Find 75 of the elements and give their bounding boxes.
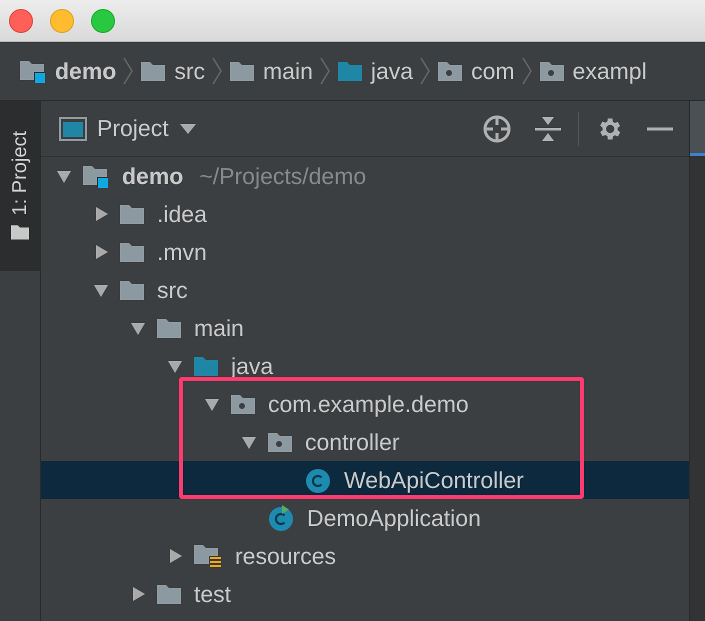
tree-label: .idea <box>157 200 207 228</box>
breadcrumb-item[interactable]: demo <box>19 58 116 84</box>
folder-icon <box>140 59 166 83</box>
expanded-arrow-icon[interactable] <box>56 168 72 184</box>
tree-label: DemoApplication <box>307 504 481 532</box>
tree-row[interactable]: .mvn <box>41 233 689 271</box>
package-folder-icon <box>267 430 293 454</box>
chevron-separator-icon <box>520 56 533 86</box>
chevron-separator-icon <box>318 56 331 86</box>
resources-folder-icon <box>193 542 223 570</box>
tree-row[interactable]: demo ~/Projects/demo <box>41 157 689 195</box>
tree-row[interactable]: src <box>41 271 689 309</box>
tree-row[interactable]: com.example.demo <box>41 385 689 423</box>
module-folder-icon <box>19 58 47 84</box>
tree-label: com.example.demo <box>268 390 469 418</box>
tree-row[interactable]: java <box>41 347 689 385</box>
source-folder-icon <box>336 59 363 83</box>
collapsed-arrow-icon[interactable] <box>93 206 109 222</box>
tree-label: main <box>194 314 244 342</box>
chevron-separator-icon <box>122 56 134 86</box>
tree-label: resources <box>235 542 336 570</box>
package-folder-icon <box>437 59 464 83</box>
chevron-separator-icon <box>211 56 224 86</box>
class-icon <box>304 466 332 494</box>
tool-window-tab[interactable]: 1: Project <box>0 101 40 271</box>
folder-icon <box>119 278 145 302</box>
tree-row[interactable]: main <box>41 309 689 347</box>
tree-row[interactable]: resources <box>41 537 689 575</box>
collapsed-arrow-icon[interactable] <box>93 244 109 260</box>
tree-row[interactable]: DemoApplication <box>41 499 689 537</box>
dropdown-caret-icon[interactable] <box>178 122 197 134</box>
tree-label: controller <box>305 428 400 456</box>
breadcrumb-item[interactable]: java <box>336 58 414 84</box>
expanded-arrow-icon[interactable] <box>130 320 146 336</box>
expanded-arrow-icon[interactable] <box>93 282 109 298</box>
tree-row[interactable]: controller <box>41 423 689 461</box>
path-hint: ~/Projects/demo <box>199 162 366 190</box>
breadcrumb-item[interactable]: com <box>437 58 515 84</box>
tree-label: WebApiController <box>344 466 524 494</box>
breadcrumb-item[interactable]: exampl <box>538 58 647 84</box>
tree-label: java <box>231 352 274 380</box>
crosshair-icon[interactable] <box>482 114 512 144</box>
zoom-button[interactable] <box>91 8 115 32</box>
tree-label: src <box>157 276 188 304</box>
scrollbar-thumb[interactable] <box>690 101 705 156</box>
folder-icon <box>229 59 256 83</box>
collapse-all-icon[interactable] <box>534 114 562 142</box>
breadcrumb-item[interactable]: src <box>140 58 206 84</box>
tree-label: test <box>194 580 232 608</box>
module-folder-icon <box>82 163 110 189</box>
expanded-arrow-icon[interactable] <box>241 434 257 450</box>
folder-icon <box>9 223 31 242</box>
chevron-separator-icon <box>419 56 432 86</box>
tree-row[interactable]: WebApiController <box>41 461 689 499</box>
expanded-arrow-icon[interactable] <box>204 396 220 412</box>
close-button[interactable] <box>9 8 33 32</box>
expanded-arrow-icon[interactable] <box>167 358 183 374</box>
folder-icon <box>119 202 145 226</box>
folder-icon <box>119 240 145 264</box>
window-icon <box>59 116 87 140</box>
package-folder-icon <box>538 59 565 83</box>
tree-label: .mvn <box>157 238 207 266</box>
collapsed-arrow-icon[interactable] <box>167 548 183 564</box>
source-folder-icon <box>193 354 219 378</box>
folder-icon <box>156 582 182 606</box>
minimize-icon[interactable] <box>647 126 673 132</box>
runnable-class-icon <box>267 504 295 532</box>
tree-row[interactable]: .idea <box>41 195 689 233</box>
package-folder-icon <box>230 392 256 416</box>
folder-icon <box>156 316 182 340</box>
panel-title: Project <box>97 115 169 142</box>
collapsed-arrow-icon[interactable] <box>130 586 146 602</box>
tree-row[interactable]: test <box>41 575 689 613</box>
breadcrumb-item[interactable]: main <box>229 58 313 84</box>
tree-label: demo <box>122 162 184 190</box>
